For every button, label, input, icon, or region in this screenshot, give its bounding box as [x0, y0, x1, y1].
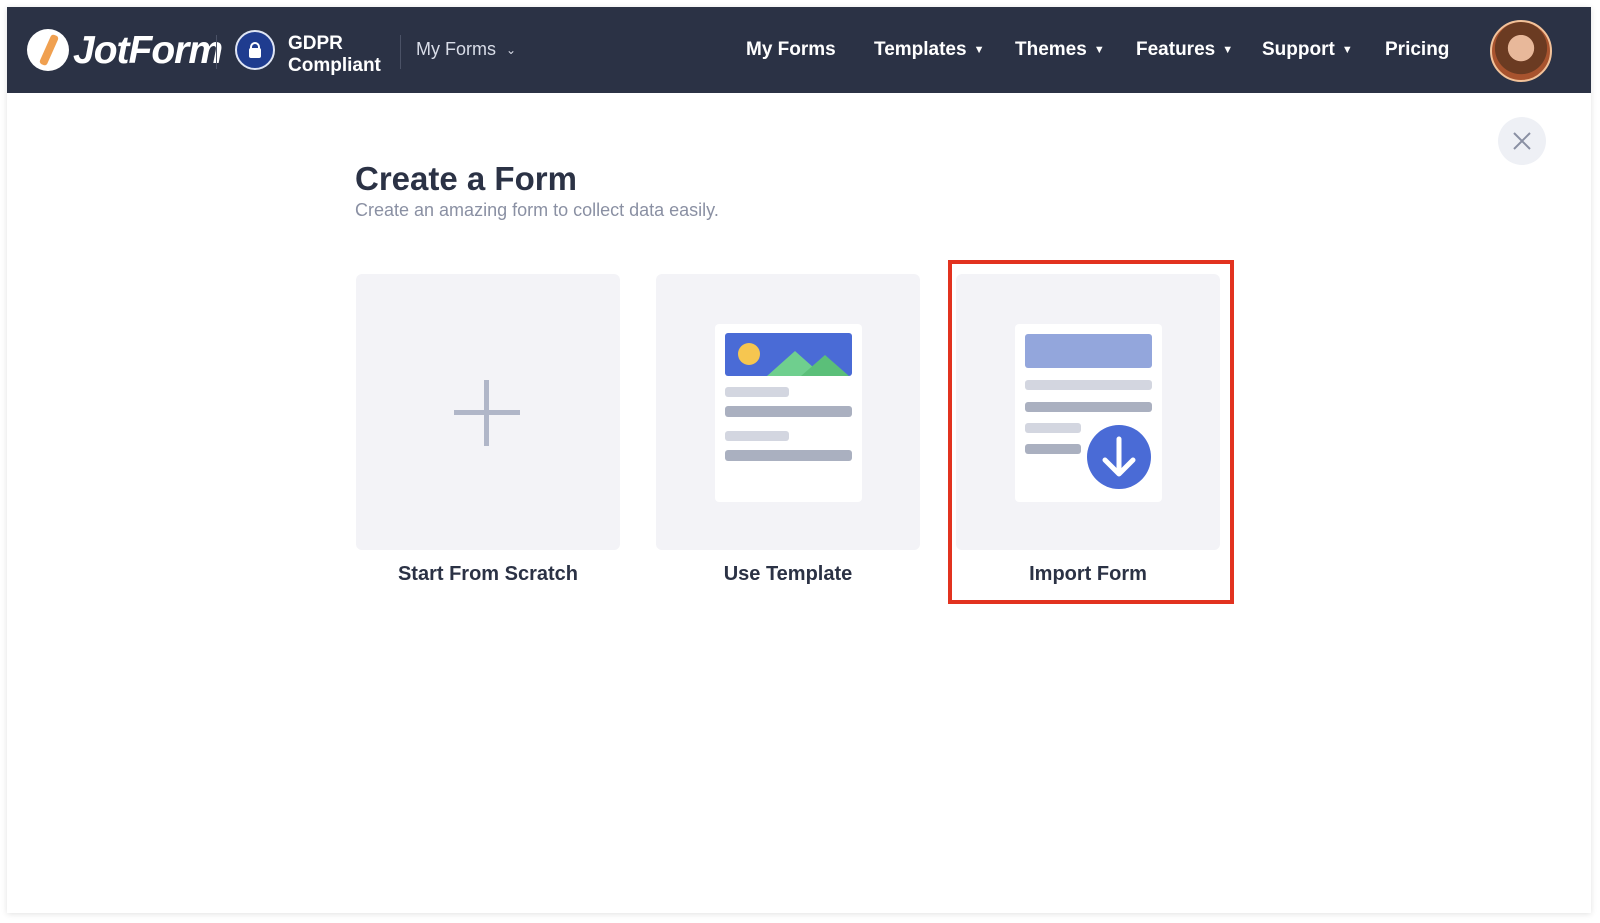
nav-support-label: Support — [1262, 39, 1335, 60]
close-button[interactable] — [1498, 117, 1546, 165]
download-arrow-icon — [1087, 425, 1151, 489]
close-icon — [1513, 132, 1531, 150]
use-template-tile[interactable] — [656, 274, 920, 550]
nav-features-label: Features — [1136, 39, 1216, 60]
start-from-scratch-label: Start From Scratch — [397, 563, 579, 585]
user-avatar[interactable] — [1490, 20, 1552, 82]
use-template-option[interactable]: Use Template — [656, 274, 920, 586]
import-icon — [1015, 324, 1162, 502]
caret-down-icon: ▼ — [1222, 44, 1234, 56]
use-template-label: Use Template — [723, 563, 853, 585]
main-nav: My Forms Templates ▼ Themes ▼ Features ▼… — [7, 39, 1591, 63]
nav-pricing-label: Pricing — [1385, 39, 1450, 60]
top-navbar: JotForm GDPR Compliant My Forms ⌄ My For… — [7, 7, 1591, 93]
import-form-label: Import Form — [1029, 563, 1147, 585]
nav-themes[interactable]: Themes ▼ — [1015, 39, 1105, 61]
nav-my-forms[interactable]: My Forms — [746, 39, 836, 61]
nav-templates[interactable]: Templates ▼ — [874, 39, 984, 61]
nav-support[interactable]: Support ▼ — [1262, 39, 1353, 61]
caret-down-icon: ▼ — [1341, 44, 1353, 56]
caret-down-icon: ▼ — [973, 44, 985, 56]
nav-features[interactable]: Features ▼ — [1136, 39, 1233, 61]
nav-templates-label: Templates — [874, 39, 967, 60]
nav-my-forms-label: My Forms — [746, 39, 836, 60]
nav-pricing[interactable]: Pricing — [1385, 39, 1449, 61]
nav-themes-label: Themes — [1015, 39, 1087, 60]
start-from-scratch-tile[interactable] — [356, 274, 620, 550]
image-placeholder-icon — [725, 333, 852, 376]
app-window: JotForm GDPR Compliant My Forms ⌄ My For… — [7, 7, 1591, 913]
import-form-tile[interactable] — [956, 274, 1220, 550]
caret-down-icon: ▼ — [1093, 44, 1105, 56]
page-title: Create a Form — [355, 160, 577, 197]
start-from-scratch-option[interactable]: Start From Scratch — [356, 274, 620, 586]
plus-icon — [454, 380, 520, 446]
template-icon — [715, 324, 862, 502]
import-form-option[interactable]: Import Form — [956, 274, 1220, 586]
page-subtitle: Create an amazing form to collect data e… — [355, 200, 719, 220]
